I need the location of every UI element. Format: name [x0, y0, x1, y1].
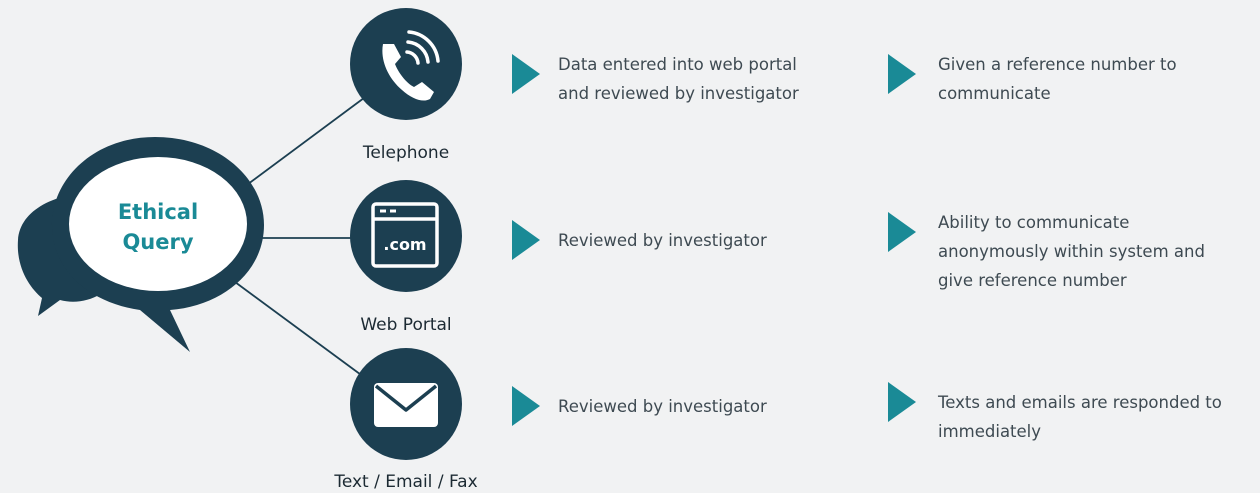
- channel-label-email: Text / Email / Fax: [333, 472, 477, 492]
- step-line: immediately: [938, 422, 1041, 441]
- telephone-circle: [350, 8, 462, 120]
- step-arrow-email-2: [888, 382, 916, 422]
- step-line: communicate: [938, 84, 1051, 103]
- hub-title-line2: Query: [122, 230, 193, 254]
- step-text-email-1: Reviewed by investigator: [558, 397, 767, 416]
- channel-email: Text / Email / Fax Reviewed by investiga…: [333, 348, 1227, 492]
- step-line: Reviewed by investigator: [558, 397, 767, 416]
- step-arrow-telephone-1: [512, 54, 540, 94]
- channel-web-portal: .com Web Portal Reviewed by investigator…: [350, 180, 1210, 335]
- step-line: Ability to communicate: [938, 213, 1129, 232]
- step-arrow-telephone-2: [888, 54, 916, 94]
- hub-title-line1: Ethical: [118, 200, 198, 224]
- front-speech-bubble-inner: [69, 157, 247, 291]
- step-text-web-portal-2: Ability to communicate anonymously withi…: [938, 213, 1210, 290]
- step-text-telephone-2: Given a reference number to communicate: [938, 55, 1182, 103]
- step-arrow-web-portal-1: [512, 220, 540, 260]
- step-line: and reviewed by investigator: [558, 84, 799, 103]
- step-line: Data entered into web portal: [558, 55, 797, 74]
- step-line: anonymously within system and: [938, 242, 1205, 261]
- speech-bubbles-icon: Ethical Query: [17, 137, 264, 352]
- channel-label-telephone: Telephone: [362, 143, 449, 163]
- envelope-icon: [374, 383, 438, 427]
- connector-telephone: [239, 94, 369, 191]
- step-arrow-web-portal-2: [888, 212, 916, 252]
- ethical-query-diagram: Ethical Query Telephone Data entered int…: [17, 8, 1227, 492]
- step-line: Reviewed by investigator: [558, 231, 767, 250]
- channel-label-web-portal: Web Portal: [360, 315, 451, 335]
- connector-email: [234, 281, 369, 381]
- step-text-email-2: Texts and emails are responded to immedi…: [937, 393, 1227, 441]
- browser-icon-text: .com: [383, 235, 426, 254]
- step-text-telephone-1: Data entered into web portal and reviewe…: [558, 55, 802, 103]
- step-line: Texts and emails are responded to: [937, 393, 1222, 412]
- step-line: Given a reference number to: [938, 55, 1177, 74]
- step-arrow-email-1: [512, 386, 540, 426]
- step-line: give reference number: [938, 271, 1127, 290]
- step-text-web-portal-1: Reviewed by investigator: [558, 231, 767, 250]
- channel-telephone: Telephone Data entered into web portal a…: [350, 8, 1182, 163]
